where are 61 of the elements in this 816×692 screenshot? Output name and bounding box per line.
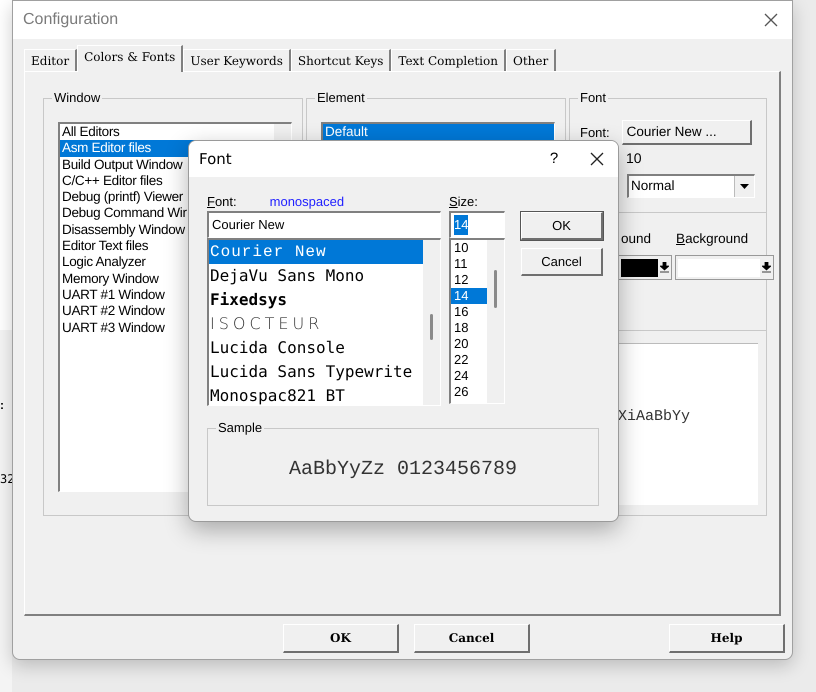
close-icon[interactable] [590, 152, 604, 166]
background-text: : [0, 398, 5, 412]
scroll-thumb[interactable] [494, 270, 497, 308]
font-list-item[interactable]: ISOCTEUR [209, 312, 423, 336]
font-list[interactable]: Courier New DejaVu Sans Mono Fixedsys ISOCTEUR Lucida Console Lucida Sans Typewrite Monospac821 BT [207, 238, 441, 406]
size-list-item[interactable]: 12 [451, 272, 487, 288]
ok-button[interactable]: OK [521, 212, 603, 240]
tab[interactable]: Editor [24, 49, 78, 71]
font-name-field[interactable]: Courier New [207, 211, 441, 238]
font-size-text: 10 [626, 149, 642, 168]
size-list-scrollbar[interactable] [487, 240, 504, 403]
dropdown-arrow-icon [740, 184, 749, 189]
color-picker[interactable] [675, 255, 774, 280]
size-list-item[interactable]: 14 [451, 288, 487, 304]
window-list-item[interactable]: All Editors [60, 124, 274, 140]
size-list-item[interactable]: 26 [451, 384, 487, 400]
size-list-item[interactable]: 20 [451, 336, 487, 352]
color-picker[interactable] [618, 255, 672, 280]
group-title: Sample [216, 420, 264, 436]
window-title: Configuration [23, 10, 120, 30]
size-list-item[interactable]: 18 [451, 320, 487, 336]
field-label: ound [621, 230, 652, 248]
tab[interactable]: Colors & Fonts [77, 45, 184, 72]
dialog-button[interactable]: Cancel [414, 624, 530, 653]
dialog-button[interactable]: OK [283, 624, 399, 653]
size-list-item[interactable]: 16 [451, 304, 487, 320]
font-list-item[interactable]: Lucida Sans Typewrite [209, 360, 423, 384]
size-list-item[interactable]: 10 [451, 240, 487, 256]
sample-text: AaBbYyZz 0123456789 [288, 457, 518, 483]
tab[interactable]: Shortcut Keys [290, 49, 392, 71]
close-icon[interactable] [764, 13, 778, 27]
field-label: Background [676, 230, 748, 248]
tab[interactable]: Other [506, 49, 556, 71]
style-dropdown[interactable]: Normal [627, 174, 755, 198]
tab[interactable]: Text Completion [391, 49, 506, 71]
font-list-item[interactable]: Lucida Console [209, 336, 423, 360]
tab[interactable]: User Keywords [183, 49, 291, 71]
element-list-item[interactable]: Default [323, 124, 554, 140]
size-field[interactable]: 14 [449, 211, 505, 238]
down-arrow-icon [660, 262, 669, 274]
selected-text: 14 [454, 215, 468, 235]
font-list-item[interactable]: Fixedsys [209, 288, 423, 312]
dialog-button[interactable]: Help [669, 624, 785, 653]
font-list-item[interactable]: Monospac821 BT [209, 384, 423, 405]
size-list-item[interactable]: 22 [451, 352, 487, 368]
font-hint: monospaced [270, 193, 344, 212]
help-button[interactable]: ? [542, 148, 566, 170]
font-list-scrollbar[interactable] [423, 240, 440, 405]
sample-text: XiAaBbYy [618, 407, 690, 428]
scroll-thumb[interactable] [430, 314, 433, 340]
field-label: Font: [207, 193, 237, 212]
size-list[interactable]: 10 11 12 14 16 18 20 22 24 26 [449, 238, 505, 404]
cancel-button[interactable]: Cancel [521, 248, 603, 276]
size-list-item[interactable]: 11 [451, 256, 487, 272]
field-label: Size: [449, 193, 478, 212]
down-arrow-icon [762, 262, 771, 274]
field-label: Font: [580, 124, 610, 142]
font-list-item[interactable]: DejaVu Sans Mono [209, 264, 423, 288]
size-list-item[interactable]: 24 [451, 368, 487, 384]
font-button[interactable]: Courier New ... [622, 120, 752, 145]
font-list-item[interactable]: Courier New [209, 240, 423, 264]
